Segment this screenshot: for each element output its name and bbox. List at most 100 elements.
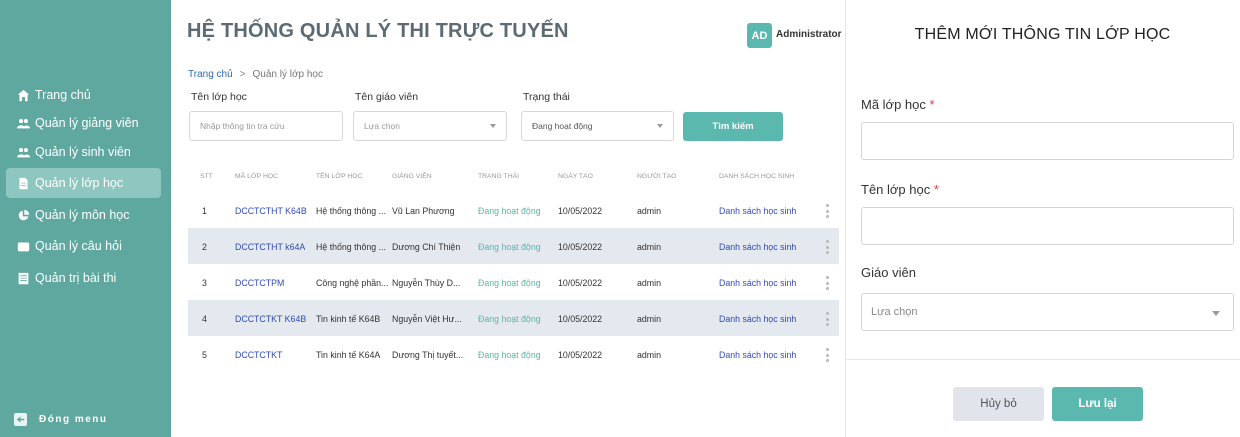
home-icon <box>16 88 30 102</box>
table-row[interactable]: 4 DCCTCTKT K64B Tin kinh tế K64B Nguyễn … <box>188 300 839 336</box>
cell-code[interactable]: DCCTCTPM <box>235 278 284 288</box>
document-icon <box>16 176 30 190</box>
column-header: TÊN LỚP HỌC <box>316 173 363 180</box>
required-mark: * <box>933 182 939 197</box>
panel-divider-line <box>845 359 1240 360</box>
cell-status: Đang hoạt động <box>478 206 541 216</box>
user-name[interactable]: Administrator <box>776 29 842 40</box>
close-menu-button[interactable]: Đóng menu <box>14 413 108 426</box>
cell-name: Tin kinh tế K64A <box>316 350 381 360</box>
pie-chart-icon <box>16 208 30 222</box>
cell-status: Đang hoạt động <box>478 242 541 252</box>
cell-creator: admin <box>637 242 661 252</box>
cell-code[interactable]: DCCTCTHT K64B <box>235 206 307 216</box>
panel-divider <box>845 0 846 437</box>
teacher-dropdown[interactable]: Lựa chọn <box>861 293 1234 331</box>
cell-creator: admin <box>637 278 661 288</box>
cell-teacher: Nguyễn Thùy D... <box>392 278 461 288</box>
cell-date: 10/05/2022 <box>558 350 603 360</box>
teacher-select-value: Lựa chọn <box>364 121 400 131</box>
column-header: TRẠNG THÁI <box>478 173 520 180</box>
cell-stt: 3 <box>202 278 207 288</box>
status-select[interactable]: Đang hoạt động <box>521 111 674 141</box>
cell-stt: 4 <box>202 314 207 324</box>
table-row[interactable]: 5 DCCTCTKT Tin kinh tế K64A Dương Thị tu… <box>188 336 839 372</box>
table-row[interactable]: 2 DCCTCTHT k64A Hệ thống thông ... Dương… <box>188 228 839 264</box>
status-filter-label: Trạng thái <box>523 91 570 103</box>
sidebar-item-label: Trang chủ <box>35 88 91 102</box>
class-code-input[interactable] <box>861 122 1234 160</box>
box-icon <box>16 239 30 253</box>
class-table: STT MÃ LỚP HỌC TÊN LỚP HỌC GIẢNG VIÊN TR… <box>188 162 839 372</box>
class-code-label: Mã lớp học * <box>861 97 935 112</box>
sidebar-item-label: Quản trị bài thi <box>35 271 117 285</box>
student-list-link[interactable]: Danh sách học sinh <box>719 314 796 324</box>
student-list-link[interactable]: Danh sách học sinh <box>719 350 796 360</box>
sidebar-item-students[interactable]: Quản lý sinh viên <box>6 137 161 167</box>
sidebar-item-exams[interactable]: Quản trị bài thi <box>6 263 161 293</box>
sidebar: Trang chủ Quản lý giảng viên Quản lý sin… <box>0 0 171 437</box>
breadcrumb: Trang chủ > Quản lý lớp học <box>188 69 323 80</box>
table-row[interactable]: 3 DCCTCTPM Công nghệ phần... Nguyễn Thùy… <box>188 264 839 300</box>
column-header: DANH SÁCH HỌC SINH <box>719 173 795 180</box>
column-header: NGÀY TẠO <box>558 173 593 180</box>
sidebar-item-teachers[interactable]: Quản lý giảng viên <box>6 108 161 138</box>
sidebar-item-label: Quản lý sinh viên <box>35 145 131 159</box>
cancel-button[interactable]: Hủy bỏ <box>953 387 1044 421</box>
cell-stt: 5 <box>202 350 207 360</box>
cell-stt: 2 <box>202 242 207 252</box>
column-header: NGƯỜI TẠO <box>637 173 677 180</box>
cell-code[interactable]: DCCTCTKT <box>235 350 282 360</box>
cell-date: 10/05/2022 <box>558 242 603 252</box>
student-list-link[interactable]: Danh sách học sinh <box>719 242 796 252</box>
sidebar-item-questions[interactable]: Quản lý câu hỏi <box>6 231 161 261</box>
cell-date: 10/05/2022 <box>558 314 603 324</box>
teacher-filter-label: Tên giáo viên <box>355 91 419 103</box>
cell-teacher: Nguyễn Việt Hư... <box>392 314 462 324</box>
student-list-link[interactable]: Danh sách học sinh <box>719 206 796 216</box>
cell-name: Hệ thống thông ... <box>316 242 386 252</box>
breadcrumb-home[interactable]: Trang chủ <box>188 69 233 80</box>
close-menu-label: Đóng menu <box>39 414 108 425</box>
users-icon <box>16 116 30 130</box>
sidebar-item-classes[interactable]: Quản lý lớp học <box>6 168 161 198</box>
column-header: MÃ LỚP HỌC <box>235 173 279 180</box>
sidebar-item-home[interactable]: Trang chủ <box>6 80 161 110</box>
cell-teacher: Dương Chí Thiện <box>392 242 461 252</box>
cell-date: 10/05/2022 <box>558 278 603 288</box>
cell-code[interactable]: DCCTCTHT k64A <box>235 242 305 252</box>
column-header: STT <box>200 173 213 180</box>
collapse-icon <box>14 413 27 426</box>
cell-status: Đang hoạt động <box>478 314 541 324</box>
class-name-placeholder: Nhập thông tin tra cứu <box>200 121 285 131</box>
teacher-dropdown-value: Lựa chọn <box>871 306 918 318</box>
cell-name: Tin kinh tế K64B <box>316 314 381 324</box>
class-name-input[interactable] <box>861 207 1234 245</box>
sidebar-item-subjects[interactable]: Quản lý môn học <box>6 200 161 230</box>
more-icon[interactable] <box>825 276 829 290</box>
cell-status: Đang hoạt động <box>478 278 541 288</box>
table-row[interactable]: 1 DCCTCTHT K64B Hệ thống thông ... Vũ La… <box>188 192 839 228</box>
class-name-search-input[interactable]: Nhập thông tin tra cứu <box>189 111 343 141</box>
cell-stt: 1 <box>202 206 207 216</box>
table-header: STT MÃ LỚP HỌC TÊN LỚP HỌC GIẢNG VIÊN TR… <box>188 162 839 192</box>
status-select-value: Đang hoạt động <box>532 121 593 131</box>
more-icon[interactable] <box>825 204 829 218</box>
app-title: HỆ THỐNG QUẢN LÝ THI TRỰC TUYẾN <box>187 20 569 42</box>
breadcrumb-current: Quản lý lớp học <box>252 69 323 80</box>
avatar[interactable]: AD <box>747 23 772 48</box>
chevron-down-icon <box>1212 311 1220 316</box>
more-icon[interactable] <box>825 240 829 254</box>
sidebar-item-label: Quản lý giảng viên <box>35 116 139 130</box>
sidebar-item-label: Quản lý lớp học <box>35 176 124 190</box>
more-icon[interactable] <box>825 312 829 326</box>
cell-code[interactable]: DCCTCTKT K64B <box>235 314 306 324</box>
cell-name: Công nghệ phần... <box>316 278 389 288</box>
class-name-filter-label: Tên lớp học <box>191 91 247 103</box>
teacher-select[interactable]: Lựa chọn <box>353 111 507 141</box>
search-button[interactable]: Tìm kiếm <box>683 112 783 141</box>
student-list-link[interactable]: Danh sách học sinh <box>719 278 796 288</box>
save-button[interactable]: Lưu lại <box>1052 387 1143 421</box>
required-mark: * <box>929 97 935 112</box>
more-icon[interactable] <box>825 348 829 362</box>
